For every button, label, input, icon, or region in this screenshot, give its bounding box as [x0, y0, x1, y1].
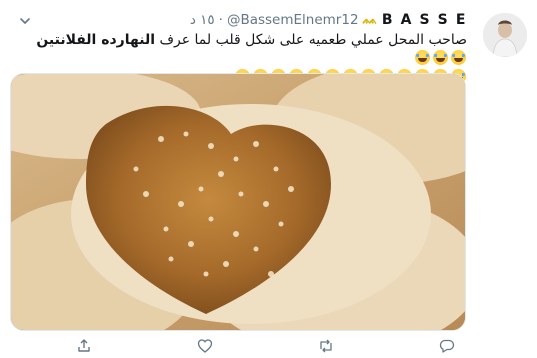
like-icon[interactable]: [197, 338, 213, 358]
retweet-icon[interactable]: [318, 338, 334, 358]
chevron-down-icon[interactable]: [16, 12, 34, 30]
retweet-action[interactable]: [318, 338, 340, 358]
falafel-photo: [11, 74, 465, 330]
avatar[interactable]: [483, 13, 527, 57]
user-handle[interactable]: @BassemElnemr12: [227, 12, 359, 28]
display-name[interactable]: B A S S E: [382, 12, 467, 28]
reply-icon[interactable]: [439, 338, 455, 358]
separator-dot: ·: [218, 12, 223, 28]
like-action[interactable]: [197, 338, 219, 358]
tweet-card[interactable]: B A S S E ᨐ @BassemElnemr12 · ١٥ د صاحب …: [0, 0, 537, 356]
timestamp[interactable]: ١٥ د: [190, 12, 215, 28]
laughing-emoji-icon: [414, 50, 430, 65]
tweet-text-body: صاحب المحل عملي طعميه على شكل قلب لما عر…: [155, 32, 467, 48]
laughing-emoji-icon: [450, 50, 466, 65]
name-badge: ᨐ: [362, 12, 378, 28]
laugh-emoji-group-1: [413, 50, 467, 67]
tweet-photo[interactable]: [10, 73, 466, 331]
share-action[interactable]: [76, 338, 98, 358]
tweet-header: B A S S E ᨐ @BassemElnemr12 · ١٥ د: [190, 12, 467, 28]
reply-action[interactable]: [439, 338, 461, 358]
tweet-text-bold: النهارده الفلانتين: [36, 32, 156, 48]
tweet-actions: [76, 338, 461, 358]
share-icon[interactable]: [76, 338, 92, 358]
laughing-emoji-icon: [432, 50, 448, 65]
